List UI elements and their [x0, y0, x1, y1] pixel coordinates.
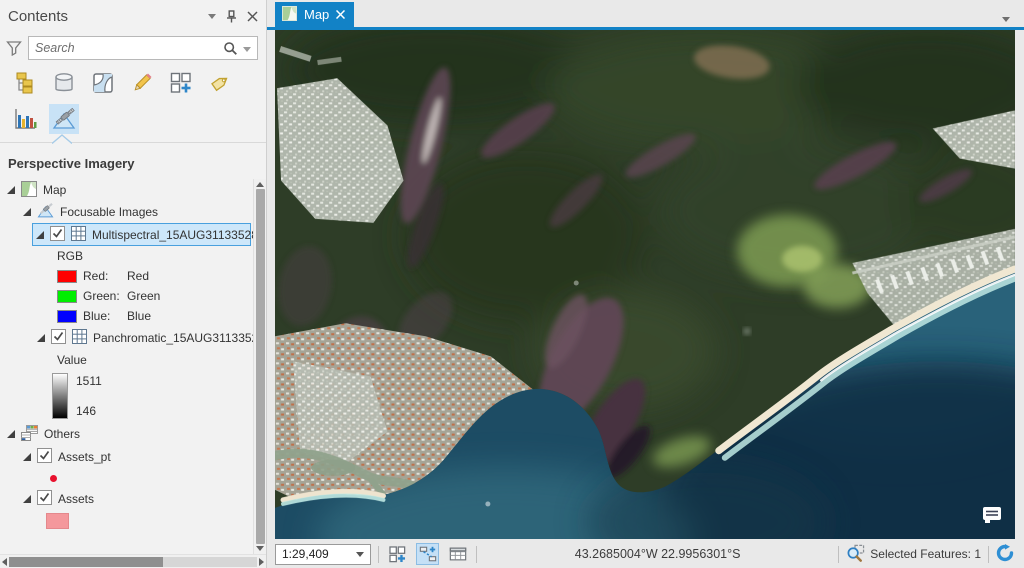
scroll-right-icon[interactable]	[259, 557, 264, 566]
toolbar-divider	[0, 134, 266, 152]
list-by-perspective-imagery-icon[interactable]	[49, 104, 79, 134]
tree-item-assets[interactable]: Assets	[0, 487, 253, 511]
pin-icon[interactable]	[226, 9, 237, 23]
filter-funnel-icon[interactable]	[6, 40, 22, 56]
scale-combo[interactable]: 1:29,409	[275, 543, 371, 565]
scroll-down-icon[interactable]	[256, 546, 264, 551]
panel-menu-caret-icon[interactable]	[208, 13, 216, 19]
checkbox-checked[interactable]	[50, 225, 65, 244]
legend-header-value: Value	[57, 353, 87, 367]
map-thumbnail-icon	[21, 180, 37, 200]
perspective-imagery-icon	[37, 202, 54, 222]
list-by-editing-icon[interactable]	[127, 68, 157, 98]
checkbox-checked[interactable]	[37, 448, 52, 466]
magnifier-icon[interactable]	[223, 41, 238, 56]
scale-caret-icon[interactable]	[356, 551, 364, 557]
map-canvas[interactable]	[275, 29, 1015, 539]
panel-title: Contents	[8, 7, 69, 25]
assets-symbol-row	[0, 511, 253, 531]
close-icon[interactable]	[247, 10, 258, 22]
map-message-panel-icon[interactable]	[981, 505, 1003, 529]
selected-features-indicator[interactable]: Selected Features: 1	[846, 544, 981, 565]
expand-triangle-icon[interactable]	[37, 334, 45, 342]
tab-map[interactable]: Map	[275, 2, 355, 28]
list-by-drawing-order-icon[interactable]	[10, 68, 40, 98]
blue-swatch	[57, 309, 77, 323]
arcgis-pro-window: Contents Search Perspective Imagery Map …	[0, 0, 1024, 568]
checkbox-checked[interactable]	[51, 329, 66, 347]
scroll-up-icon[interactable]	[256, 182, 264, 187]
search-box[interactable]	[28, 36, 258, 60]
horizontal-scroll-thumb[interactable]	[9, 556, 163, 567]
horizontal-scrollbar[interactable]	[0, 554, 266, 568]
expand-triangle-icon[interactable]	[7, 186, 15, 194]
search-input[interactable]	[35, 41, 223, 55]
snapping-icon[interactable]	[416, 543, 439, 566]
expand-triangle-icon[interactable]	[23, 495, 31, 503]
ramp-max-label: 1511	[76, 374, 102, 388]
tree-item-multispectral[interactable]: Multispectral_15AUG31133528-M	[32, 223, 253, 246]
selected-features-label: Selected Features: 1	[870, 547, 981, 562]
legend-row-red: Red: Red	[0, 266, 253, 286]
tab-overflow-caret-icon[interactable]	[1002, 9, 1010, 27]
list-by-data-source-icon[interactable]	[49, 68, 79, 98]
view-tab-strip: Map	[267, 0, 1024, 28]
list-by-labeling-icon[interactable]	[205, 68, 235, 98]
contents-panel: Contents Search Perspective Imagery Map …	[0, 0, 267, 568]
assets-pt-symbol-row	[0, 469, 253, 487]
expand-triangle-icon[interactable]	[7, 430, 15, 438]
scroll-left-icon[interactable]	[2, 557, 7, 566]
tree-item-assets-pt[interactable]: Assets_pt	[0, 445, 253, 469]
tree-item-focusable-images[interactable]: Focusable Images	[0, 201, 253, 223]
satellite-imagery	[275, 29, 1015, 539]
list-by-toolbar	[0, 66, 266, 140]
separator	[838, 545, 840, 563]
table-icon[interactable]	[446, 543, 469, 565]
list-by-charts-icon[interactable]	[10, 104, 40, 134]
vertical-scroll-thumb[interactable]	[255, 189, 265, 544]
separator	[988, 545, 989, 563]
point-symbol-swatch[interactable]	[50, 474, 57, 482]
list-by-selection-icon[interactable]	[88, 68, 118, 98]
green-swatch	[57, 289, 77, 303]
tree-item-others[interactable]: Others	[0, 423, 253, 445]
tree-item-panchromatic[interactable]: Panchromatic_15AUG31133528-P	[0, 326, 253, 350]
map-status-bar: 1:29,409 43.2685004°W 22.9956301°S Selec…	[267, 540, 1024, 568]
legend-row-blue: Blue: Blue	[0, 306, 253, 326]
expand-triangle-icon[interactable]	[23, 208, 31, 216]
legend-row-green: Green: Green	[0, 286, 253, 306]
legend-header-rgb: RGB	[57, 249, 84, 263]
checkbox-checked[interactable]	[37, 490, 52, 508]
raster-layer-icon	[71, 225, 86, 244]
cursor-coordinates[interactable]: 43.2685004°W 22.9956301°S	[484, 547, 831, 561]
vertical-scrollbar[interactable]	[253, 179, 266, 554]
map-thumbnail-icon	[282, 5, 297, 24]
selected-tab-notch-icon	[52, 134, 72, 144]
expand-triangle-icon[interactable]	[23, 453, 31, 461]
expand-triangle-icon[interactable]	[36, 230, 44, 239]
section-label: Perspective Imagery	[8, 156, 135, 171]
value-ramp: 1511 146	[0, 370, 253, 423]
separator	[476, 545, 477, 563]
ramp-min-label: 146	[76, 404, 97, 418]
search-options-caret-icon[interactable]	[243, 39, 251, 57]
zoom-to-selection-icon[interactable]	[846, 544, 865, 565]
close-icon[interactable]	[336, 10, 346, 20]
refresh-icon[interactable]	[996, 543, 1014, 565]
tab-label: Map	[304, 7, 330, 23]
scale-value: 1:29,409	[282, 547, 329, 562]
map-pane: Map 1:29,409 43.2685004°W 22.9956301°S S…	[267, 0, 1024, 568]
layer-tree: Map Focusable Images Multispectral_15AUG…	[0, 179, 253, 554]
tables-group-icon	[21, 424, 38, 444]
grayscale-ramp-swatch	[52, 373, 68, 419]
tree-item-map[interactable]: Map	[0, 179, 253, 201]
polygon-symbol-swatch[interactable]	[46, 513, 69, 529]
raster-layer-icon	[72, 329, 87, 347]
grid-plus-icon[interactable]	[386, 543, 409, 565]
red-swatch	[57, 269, 77, 283]
contents-panel-header: Contents	[0, 0, 266, 32]
separator	[378, 545, 379, 563]
list-by-snapping-icon[interactable]	[166, 68, 196, 98]
